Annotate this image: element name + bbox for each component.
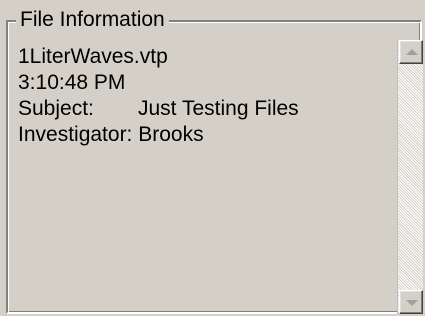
investigator-value: Brooks [138,123,204,146]
investigator-label: Investigator: [18,123,133,146]
file-information-panel: File Information 1LiterWaves.vtp 3:10:48… [0,0,425,316]
subject-label: Subject: [18,97,94,120]
subject-value: Just Testing Files [138,97,299,120]
scroll-up-button[interactable] [399,40,423,64]
scroll-down-button[interactable] [399,290,423,314]
scroll-down-arrow-icon [406,300,418,306]
file-information-content: 1LiterWaves.vtp 3:10:48 PM Subject: Just … [18,44,388,148]
file-name: 1LiterWaves.vtp [18,45,168,68]
subject-row: Subject: Just Testing Files [18,96,388,122]
file-information-title: File Information [16,7,169,33]
file-time: 3:10:48 PM [18,71,126,94]
vertical-scrollbar[interactable] [397,40,423,314]
scroll-up-arrow-icon [406,49,418,55]
investigator-row: Investigator: Brooks [18,122,388,148]
